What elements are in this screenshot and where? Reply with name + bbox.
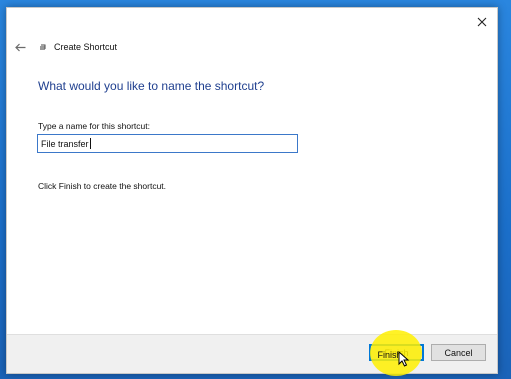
create-shortcut-dialog: Create Shortcut What would you like to n… bbox=[6, 7, 498, 374]
info-text: Click Finish to create the shortcut. bbox=[38, 181, 167, 191]
shortcut-icon bbox=[37, 41, 49, 53]
close-icon bbox=[477, 17, 487, 27]
back-button[interactable] bbox=[7, 38, 33, 56]
back-arrow-icon bbox=[14, 43, 25, 51]
wizard-header: Create Shortcut bbox=[7, 38, 497, 56]
finish-button[interactable]: Finish bbox=[369, 344, 424, 361]
close-button[interactable] bbox=[467, 8, 497, 36]
cancel-button[interactable]: Cancel bbox=[431, 344, 486, 361]
shortcut-name-value: File transfer bbox=[41, 138, 89, 149]
text-caret bbox=[89, 138, 91, 149]
dialog-footer: Finish Cancel bbox=[7, 334, 497, 373]
shortcut-name-input[interactable]: File transfer bbox=[37, 134, 298, 153]
finish-button-label: Finish bbox=[384, 347, 409, 358]
wizard-title: Create Shortcut bbox=[54, 42, 118, 52]
cancel-button-label: Cancel bbox=[444, 347, 473, 358]
shortcut-name-label: Type a name for this shortcut: bbox=[38, 121, 150, 131]
page-heading: What would you like to name the shortcut… bbox=[38, 79, 265, 93]
